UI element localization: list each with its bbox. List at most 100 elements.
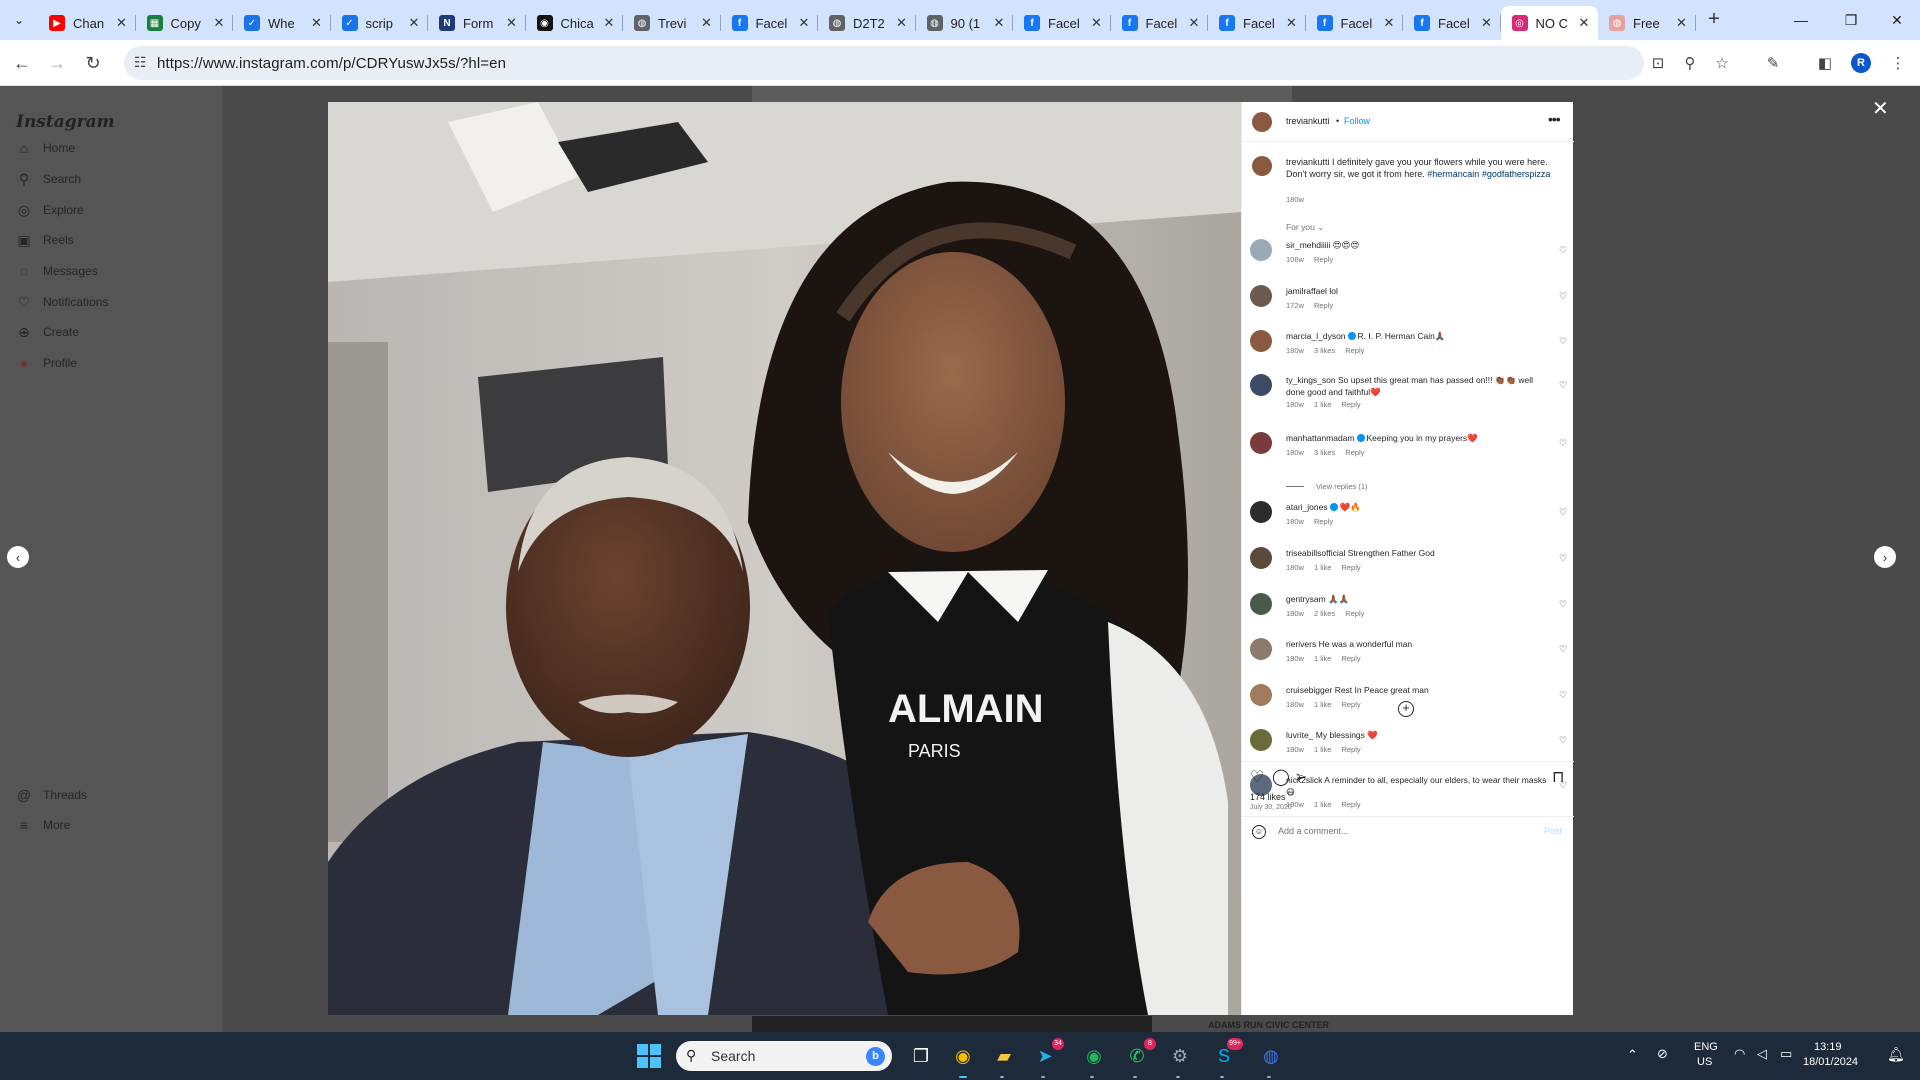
like-comment-heart-icon[interactable]: ♡ xyxy=(1559,245,1567,256)
reply-button[interactable]: Reply xyxy=(1341,800,1360,809)
minimize-button[interactable]: — xyxy=(1778,0,1824,40)
close-tab-icon[interactable]: ✕ xyxy=(991,15,1007,31)
reply-button[interactable]: Reply xyxy=(1341,400,1360,409)
commenter-avatar[interactable] xyxy=(1250,330,1272,352)
tab-search-button[interactable]: ⌄ xyxy=(8,9,30,31)
forward-button[interactable]: → xyxy=(45,51,69,75)
taskbar-search-box[interactable]: ⚲ Search b xyxy=(676,1041,892,1071)
close-tab-icon[interactable]: ✕ xyxy=(894,15,910,31)
comment-likes[interactable]: 1 like xyxy=(1314,745,1332,754)
reply-button[interactable]: Reply xyxy=(1314,301,1333,310)
close-tab-icon[interactable]: ✕ xyxy=(1479,15,1495,31)
browser-tab[interactable]: ◉ Chica ✕ xyxy=(526,6,623,40)
reply-button[interactable]: Reply xyxy=(1314,517,1333,526)
close-tab-icon[interactable]: ✕ xyxy=(406,15,422,31)
browser-tab[interactable]: ▦ Copy ✕ xyxy=(136,6,233,40)
like-comment-heart-icon[interactable]: ♡ xyxy=(1559,380,1567,391)
commenter-avatar[interactable] xyxy=(1250,547,1272,569)
previous-post-button[interactable]: ‹ xyxy=(7,546,29,568)
commenter-avatar[interactable] xyxy=(1250,285,1272,307)
signal-icon[interactable]: ◍ xyxy=(1255,1040,1287,1078)
nav-item-search[interactable]: ⚲ Search xyxy=(16,171,81,187)
close-tab-icon[interactable]: ✕ xyxy=(309,15,325,31)
extensions-icon[interactable]: ✎ xyxy=(1762,52,1784,74)
bing-icon[interactable]: b xyxy=(866,1047,885,1066)
close-tab-icon[interactable]: ✕ xyxy=(1284,15,1300,31)
commenter-username[interactable]: gentrysam xyxy=(1286,594,1326,604)
commenter-avatar[interactable] xyxy=(1250,729,1272,751)
comment-likes[interactable]: 1 like xyxy=(1314,654,1332,663)
commenter-username[interactable]: ty_kings_son xyxy=(1286,375,1336,385)
nav-item-explore[interactable]: ◎ Explore xyxy=(16,202,84,218)
close-tab-icon[interactable]: ✕ xyxy=(211,15,227,31)
like-comment-heart-icon[interactable]: ♡ xyxy=(1559,553,1567,564)
close-tab-icon[interactable]: ✕ xyxy=(114,15,130,31)
like-comment-heart-icon[interactable]: ♡ xyxy=(1559,690,1567,701)
site-info-icon[interactable]: ☷ xyxy=(134,54,147,71)
reply-button[interactable]: Reply xyxy=(1341,745,1360,754)
back-button[interactable]: ← xyxy=(10,51,34,75)
nav-item-notifications[interactable]: ♡ Notifications xyxy=(16,294,109,310)
commenter-avatar[interactable] xyxy=(1250,638,1272,660)
like-heart-icon[interactable]: ♡ xyxy=(1250,767,1264,787)
commenter-username[interactable]: manhattanmadam xyxy=(1286,433,1355,443)
browser-menu-icon[interactable]: ⋮ xyxy=(1887,52,1909,74)
commenter-username[interactable]: luvrite_ xyxy=(1286,730,1313,740)
nav-item-threads[interactable]: @ Threads xyxy=(16,787,87,803)
zoom-icon[interactable]: ⚲ xyxy=(1679,52,1701,74)
comment-likes[interactable]: 1 like xyxy=(1314,700,1332,709)
like-comment-heart-icon[interactable]: ♡ xyxy=(1559,438,1567,449)
profile-avatar[interactable]: R xyxy=(1851,53,1871,73)
comment-likes[interactable]: 3 likes xyxy=(1314,346,1335,355)
reply-button[interactable]: Reply xyxy=(1341,563,1360,572)
view-replies-link[interactable]: View replies (1) xyxy=(1286,482,1368,491)
author-username[interactable]: treviankutti xyxy=(1286,116,1330,126)
browser-tab[interactable]: ▶ Chan ✕ xyxy=(38,6,136,40)
whatsapp-icon[interactable]: ✆ 8 xyxy=(1121,1038,1156,1078)
close-tab-icon[interactable]: ✕ xyxy=(1674,15,1690,31)
browser-tab[interactable]: f Facel ✕ xyxy=(721,6,818,40)
like-comment-heart-icon[interactable]: ♡ xyxy=(1559,507,1567,518)
browser-tab[interactable]: ◍ Trevi ✕ xyxy=(623,6,721,40)
load-more-comments-icon[interactable]: + xyxy=(1398,701,1414,717)
side-panel-icon[interactable]: ◧ xyxy=(1814,52,1836,74)
share-icon[interactable]: ➢ xyxy=(1294,767,1307,787)
browser-tab[interactable]: N Form ✕ xyxy=(428,6,526,40)
browser-tab[interactable]: ✓ Whe ✕ xyxy=(233,6,331,40)
telegram-icon[interactable]: ➤ 34 xyxy=(1029,1038,1064,1078)
more-options-icon[interactable]: ••• xyxy=(1548,111,1561,127)
add-comment-input[interactable] xyxy=(1278,826,1508,836)
reply-button[interactable]: Reply xyxy=(1345,609,1364,618)
chrome-icon[interactable]: ◉ xyxy=(947,1040,979,1078)
follow-button[interactable]: Follow xyxy=(1344,116,1370,126)
close-modal-icon[interactable]: ✕ xyxy=(1872,96,1889,121)
reply-button[interactable]: Reply xyxy=(1314,255,1333,264)
language-indicator-top[interactable]: ENG xyxy=(1694,1041,1718,1053)
clock-date[interactable]: 18/01/2024 xyxy=(1803,1056,1858,1068)
close-tab-icon[interactable]: ✕ xyxy=(1089,15,1105,31)
commenter-avatar[interactable] xyxy=(1250,374,1272,396)
reply-button[interactable]: Reply xyxy=(1345,346,1364,355)
reply-button[interactable]: Reply xyxy=(1341,700,1360,709)
comment-likes[interactable]: 3 likes xyxy=(1314,448,1335,457)
commenter-username[interactable]: rierivers xyxy=(1286,639,1316,649)
browser-tab[interactable]: ◍ D2T2 ✕ xyxy=(818,6,916,40)
close-tab-icon[interactable]: ✕ xyxy=(1381,15,1397,31)
close-tab-icon[interactable]: ✕ xyxy=(699,15,715,31)
comment-likes[interactable]: 2 likes xyxy=(1314,609,1335,618)
commenter-username[interactable]: jamilraffael xyxy=(1286,286,1327,296)
browser-tab[interactable]: ◍ 90 (1 ✕ xyxy=(916,6,1013,40)
nav-item-more[interactable]: ≡ More xyxy=(16,817,70,833)
install-app-icon[interactable]: ⊡ xyxy=(1647,52,1669,74)
like-comment-heart-icon[interactable]: ♡ xyxy=(1559,336,1567,347)
clock-time[interactable]: 13:19 xyxy=(1814,1041,1842,1053)
spotify-icon[interactable]: ◉ xyxy=(1078,1040,1110,1078)
save-bookmark-icon[interactable]: ⊓ xyxy=(1552,767,1564,787)
nav-item-messages[interactable]: ◌ Messages xyxy=(16,263,98,279)
instagram-logo[interactable]: Instagram xyxy=(16,112,115,132)
nav-item-profile[interactable]: ● Profile xyxy=(16,355,77,371)
windows-start-icon[interactable] xyxy=(637,1044,661,1068)
settings-icon[interactable]: ⚙ xyxy=(1164,1040,1196,1078)
task-view-icon[interactable]: ❐ xyxy=(905,1040,937,1072)
commenter-username[interactable]: cruisebigger xyxy=(1286,685,1332,695)
